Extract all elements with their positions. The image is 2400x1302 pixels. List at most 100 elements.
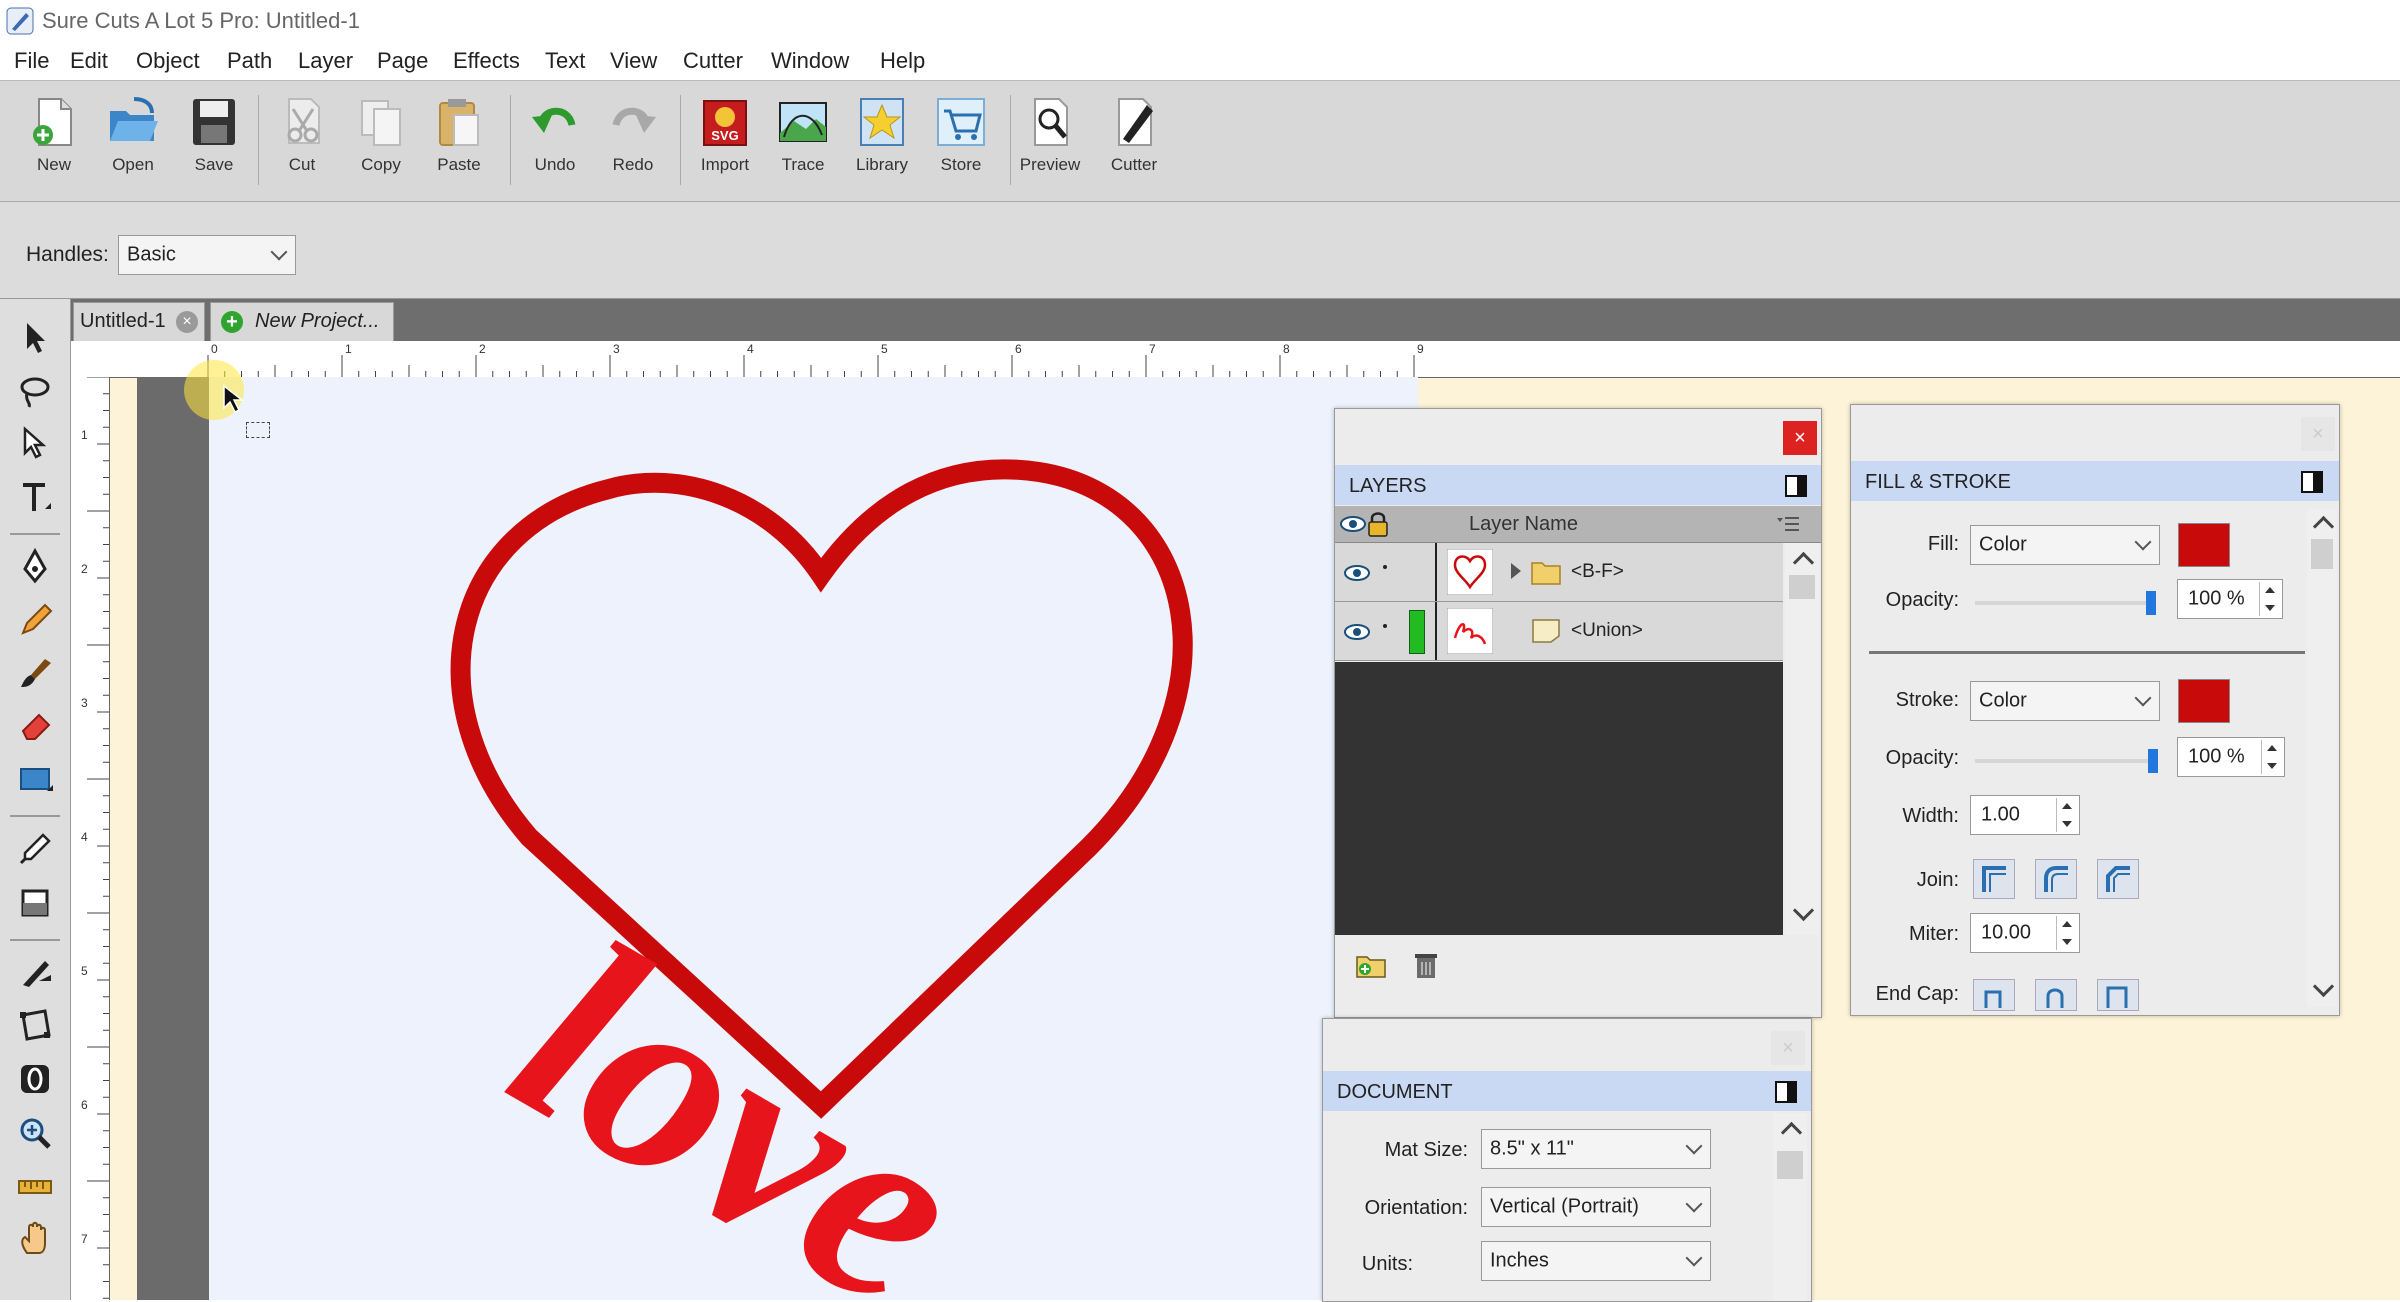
- lock-state-dot[interactable]: [1383, 565, 1387, 569]
- scroll-thumb[interactable]: [1789, 575, 1815, 599]
- lasso-tool-icon[interactable]: [15, 371, 55, 411]
- cut-button[interactable]: Cut: [265, 95, 339, 191]
- undo-button[interactable]: Undo: [518, 95, 592, 191]
- menu-cutter[interactable]: Cutter: [683, 48, 743, 74]
- fill-opacity-slider-thumb[interactable]: [2146, 591, 2156, 615]
- scroll-thumb[interactable]: [1777, 1151, 1803, 1179]
- dock-panel-icon[interactable]: [2301, 471, 2323, 493]
- design-page[interactable]: love: [209, 377, 1418, 1300]
- fill-color-swatch[interactable]: [2178, 523, 2230, 567]
- cutter-button[interactable]: Cutter: [1097, 95, 1171, 191]
- layer-row-bf[interactable]: <B-F>: [1335, 543, 1783, 602]
- eraser-tool-icon[interactable]: [15, 705, 55, 745]
- layer-color-indicator[interactable]: [1409, 610, 1425, 654]
- opacity-spinner[interactable]: [2261, 740, 2282, 774]
- menu-layer[interactable]: Layer: [298, 48, 353, 74]
- layer-row-union[interactable]: <Union>: [1335, 602, 1783, 661]
- new-button[interactable]: New: [17, 95, 91, 191]
- visibility-eye-icon[interactable]: [1339, 514, 1367, 534]
- menu-view[interactable]: View: [610, 48, 657, 74]
- width-spinner[interactable]: [2056, 798, 2077, 832]
- close-tab-icon[interactable]: ×: [176, 311, 198, 333]
- store-button[interactable]: Store: [924, 95, 998, 191]
- scroll-down-icon[interactable]: [1792, 899, 1815, 922]
- redo-button[interactable]: Redo: [596, 95, 670, 191]
- handles-select[interactable]: Basic: [118, 235, 296, 275]
- menu-page[interactable]: Page: [377, 48, 428, 74]
- menu-path[interactable]: Path: [227, 48, 272, 74]
- scroll-up-icon[interactable]: [1780, 1121, 1803, 1144]
- stroke-opacity-slider[interactable]: [1975, 759, 2157, 763]
- fill-opacity-input[interactable]: 100 %: [2177, 579, 2283, 619]
- menu-file[interactable]: File: [14, 48, 49, 74]
- knife-tool-icon[interactable]: [15, 953, 55, 993]
- close-icon[interactable]: ×: [2301, 417, 2335, 451]
- spin-up-icon[interactable]: [2062, 803, 2072, 809]
- lock-state-dot[interactable]: [1383, 624, 1387, 628]
- bevel-join-button[interactable]: [2097, 859, 2139, 899]
- menu-edit[interactable]: Edit: [70, 48, 108, 74]
- scroll-up-icon[interactable]: [1792, 551, 1815, 574]
- close-icon[interactable]: ×: [1771, 1031, 1805, 1065]
- paste-button[interactable]: Paste: [422, 95, 496, 191]
- import-button[interactable]: SVG Import: [688, 95, 762, 191]
- weld-tool-icon[interactable]: [15, 1059, 55, 1099]
- spin-down-icon[interactable]: [2265, 605, 2275, 611]
- open-button[interactable]: Open: [96, 95, 170, 191]
- visibility-eye-icon[interactable]: [1343, 622, 1371, 642]
- layers-scrollbar[interactable]: [1785, 543, 1819, 935]
- love-script-text[interactable]: love: [470, 881, 1009, 1300]
- pencil-tool-icon[interactable]: [15, 599, 55, 639]
- round-cap-button[interactable]: [2035, 979, 2077, 1011]
- library-button[interactable]: Library: [845, 95, 919, 191]
- document-scrollbar[interactable]: [1773, 1113, 1807, 1301]
- node-select-tool-icon[interactable]: [15, 423, 55, 463]
- hand-pan-tool-icon[interactable]: [15, 1219, 55, 1259]
- tab-untitled-1[interactable]: Untitled-1 ×: [73, 302, 205, 342]
- round-join-button[interactable]: [2035, 859, 2077, 899]
- stroke-color-swatch[interactable]: [2178, 679, 2230, 723]
- mat-size-select[interactable]: 8.5" x 11": [1481, 1129, 1711, 1169]
- scroll-down-icon[interactable]: [2312, 975, 2335, 998]
- expand-triangle-icon[interactable]: [1511, 563, 1521, 579]
- scroll-thumb[interactable]: [2311, 539, 2333, 569]
- preview-button[interactable]: Preview: [1013, 95, 1087, 191]
- stroke-width-input[interactable]: 1.00: [1970, 795, 2080, 835]
- design-artwork[interactable]: love: [209, 377, 1418, 1300]
- layer-options-menu-icon[interactable]: [1775, 514, 1801, 534]
- lock-icon[interactable]: [1367, 510, 1389, 538]
- butt-cap-button[interactable]: [1973, 979, 2015, 1011]
- spin-up-icon[interactable]: [2265, 587, 2275, 593]
- menu-window[interactable]: Window: [771, 48, 849, 74]
- shape-fill-tool-icon[interactable]: [15, 883, 55, 923]
- menu-effects[interactable]: Effects: [453, 48, 520, 74]
- text-tool-icon[interactable]: [15, 477, 55, 517]
- transform-tool-icon[interactable]: [15, 1005, 55, 1045]
- opacity-spinner[interactable]: [2259, 582, 2280, 616]
- add-layer-folder-icon[interactable]: [1355, 951, 1387, 979]
- eyedropper-tool-icon[interactable]: [15, 829, 55, 869]
- fill-type-select[interactable]: Color: [1970, 525, 2160, 565]
- brush-tool-icon[interactable]: [15, 653, 55, 693]
- close-icon[interactable]: ×: [1783, 421, 1817, 455]
- menu-text[interactable]: Text: [545, 48, 585, 74]
- square-cap-button[interactable]: [2097, 979, 2139, 1011]
- trace-button[interactable]: Trace: [766, 95, 840, 191]
- pen-tool-icon[interactable]: [15, 547, 55, 587]
- zoom-tool-icon[interactable]: [15, 1113, 55, 1153]
- stroke-opacity-slider-thumb[interactable]: [2148, 749, 2158, 773]
- miter-limit-input[interactable]: 10.00: [1970, 913, 2080, 953]
- visibility-eye-icon[interactable]: [1343, 563, 1371, 583]
- trash-delete-icon[interactable]: [1413, 951, 1439, 979]
- menu-help[interactable]: Help: [880, 48, 925, 74]
- spin-up-icon[interactable]: [2062, 921, 2072, 927]
- measure-ruler-tool-icon[interactable]: [15, 1167, 55, 1207]
- copy-button[interactable]: Copy: [344, 95, 418, 191]
- fill-opacity-slider[interactable]: [1975, 601, 2155, 605]
- stroke-type-select[interactable]: Color: [1970, 681, 2160, 721]
- rectangle-tool-icon[interactable]: [15, 759, 55, 799]
- miter-join-button[interactable]: [1973, 859, 2015, 899]
- fill-stroke-scrollbar[interactable]: [2307, 509, 2337, 1007]
- new-project-tab[interactable]: + New Project...: [210, 302, 394, 342]
- spin-down-icon[interactable]: [2062, 821, 2072, 827]
